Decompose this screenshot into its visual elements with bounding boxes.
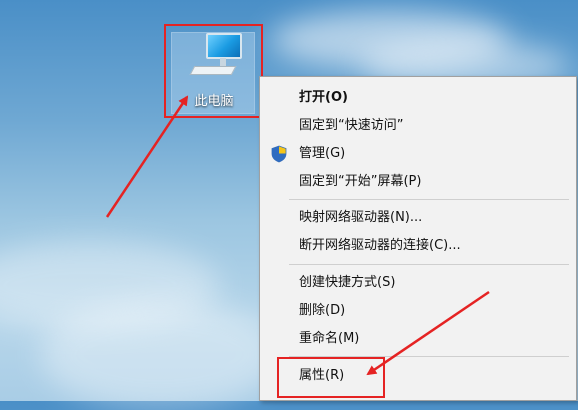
menu-item-rename[interactable]: 重命名(M) [260,325,576,353]
menu-item-label: 重命名(M) [299,331,360,346]
menu-item-create-shortcut[interactable]: 创建快捷方式(S) [260,269,576,297]
annotation-box-properties [277,357,385,398]
menu-item-map-network-drive[interactable]: 映射网络驱动器(N)... [260,204,576,232]
menu-item-label: 创建快捷方式(S) [299,275,396,290]
menu-item-label: 断开网络驱动器的连接(C)... [299,238,461,253]
menu-item-manage[interactable]: 管理(G) [260,140,576,168]
menu-item-label: 映射网络驱动器(N)... [299,210,423,225]
uac-shield-icon [271,145,287,163]
menu-item-pin-quick-access[interactable]: 固定到“快速访问” [260,112,576,140]
menu-item-label: 打开(O) [299,90,348,105]
menu-item-label: 删除(D) [299,303,346,318]
wallpaper-cloud [40,300,280,410]
menu-item-disconnect-network-drive[interactable]: 断开网络驱动器的连接(C)... [260,232,576,260]
menu-item-label: 固定到“开始”屏幕(P) [299,174,422,189]
menu-item-delete[interactable]: 删除(D) [260,297,576,325]
menu-item-label: 固定到“快速访问” [299,118,404,133]
menu-separator [289,264,569,265]
menu-item-label: 管理(G) [299,146,346,161]
annotation-box-this-pc [164,24,263,118]
menu-separator [289,199,569,200]
menu-item-pin-start[interactable]: 固定到“开始”屏幕(P) [260,168,576,196]
context-menu: 打开(O) 固定到“快速访问” 管理(G) 固定到“开始”屏幕(P) 映射网络驱… [259,76,577,401]
menu-item-open[interactable]: 打开(O) [260,84,576,112]
